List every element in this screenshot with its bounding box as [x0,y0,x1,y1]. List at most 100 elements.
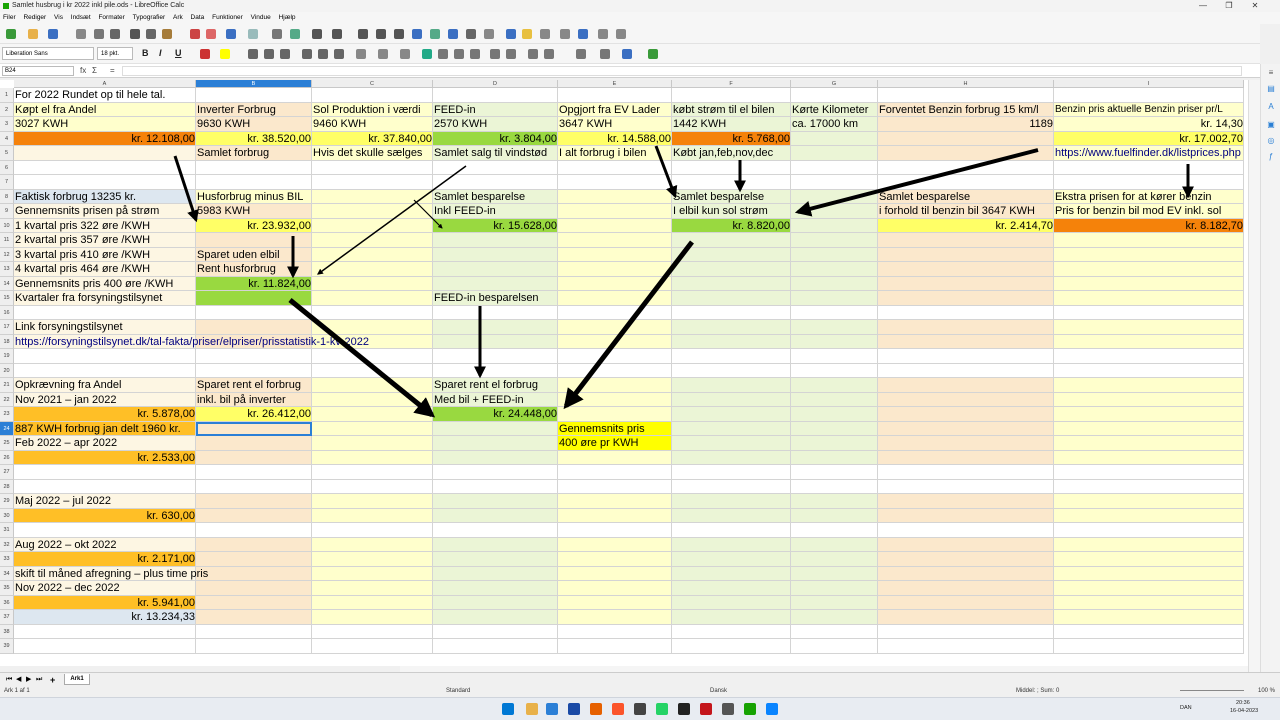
find-replace-icon[interactable] [272,29,282,39]
cell-b17[interactable] [196,320,312,335]
cell-c30[interactable] [312,508,433,523]
cell-g15[interactable] [791,291,878,306]
header-footer-icon[interactable] [540,29,550,39]
cell-h1[interactable] [878,88,1054,103]
row-header-12[interactable]: 12 [0,247,14,262]
cell-c17[interactable] [312,320,433,335]
cell-d13[interactable] [433,262,558,277]
cell-h15[interactable] [878,291,1054,306]
cell-e33[interactable] [558,552,672,567]
prev-sheet-icon[interactable]: ◀ [16,673,21,687]
cell-d16[interactable] [433,305,558,320]
cell-c9[interactable] [312,204,433,219]
row-header-23[interactable]: 23 [0,407,14,422]
cell-b36[interactable] [196,595,312,610]
sort-ascending-icon[interactable] [376,29,386,39]
cell-d29[interactable] [433,494,558,509]
cell-b11[interactable] [196,233,312,248]
cell-e10[interactable] [558,218,672,233]
zoom-level[interactable]: 100 % [1258,686,1275,696]
cell-g5[interactable] [791,146,878,161]
cell-e7[interactable] [558,175,672,190]
navigator-icon[interactable]: ◎ [1266,136,1276,146]
show-draw-icon[interactable] [616,29,626,39]
cell-f16[interactable] [672,305,791,320]
cell-i17[interactable] [1054,320,1244,335]
cell-i37[interactable] [1054,610,1244,625]
underline-button[interactable]: U [175,48,182,58]
page-style[interactable]: Standard [446,686,470,696]
cell-c20[interactable] [312,363,433,378]
cell-h19[interactable] [878,349,1054,364]
cell-e36[interactable] [558,595,672,610]
wrap-text-icon[interactable] [356,49,366,59]
autofilter-icon[interactable] [412,29,422,39]
row-header-11[interactable]: 11 [0,233,14,248]
row-header-35[interactable]: 35 [0,581,14,596]
row-header-34[interactable]: 34 [0,566,14,581]
align-left-icon[interactable] [248,49,258,59]
cell-g25[interactable] [791,436,878,451]
vertical-scrollbar[interactable] [1248,80,1260,672]
cell-f13[interactable] [672,262,791,277]
menu-edit[interactable]: Rediger [20,12,49,24]
sort-icon[interactable] [358,29,368,39]
cell-c25[interactable] [312,436,433,451]
row-header-30[interactable]: 30 [0,508,14,523]
cell-b27[interactable] [196,465,312,480]
chart-icon[interactable] [448,29,458,39]
column-header-i[interactable]: I [1054,80,1244,88]
firefox-icon[interactable] [590,703,602,715]
cell-g38[interactable] [791,624,878,639]
cell-f29[interactable] [672,494,791,509]
row-header-2[interactable]: 2 [0,102,14,117]
cell-a16[interactable] [14,305,196,320]
cell-e18[interactable] [558,334,672,349]
cell-h17[interactable] [878,320,1054,335]
cell-c26[interactable] [312,450,433,465]
cell-b33[interactable] [196,552,312,567]
row-header-37[interactable]: 37 [0,610,14,625]
first-sheet-icon[interactable]: ⏮ [6,673,12,687]
cell-e23[interactable] [558,407,672,422]
cell-c19[interactable] [312,349,433,364]
cell-g26[interactable] [791,450,878,465]
cell-b31[interactable] [196,523,312,538]
cell-d33[interactable] [433,552,558,567]
redo-icon[interactable] [248,29,258,39]
cell-i1[interactable] [1054,88,1244,103]
cell-g17[interactable] [791,320,878,335]
row-header-5[interactable]: 5 [0,146,14,161]
cell-b15[interactable] [196,291,312,306]
app-icon-red[interactable] [700,703,712,715]
cell-g28[interactable] [791,479,878,494]
comment-icon[interactable] [522,29,532,39]
cell-i25[interactable] [1054,436,1244,451]
cell-h18[interactable] [878,334,1054,349]
menu-window[interactable]: Vindue [248,12,274,24]
cell-d6[interactable] [433,160,558,175]
cell-b26[interactable] [196,450,312,465]
cell-c31[interactable] [312,523,433,538]
menu-data[interactable]: Data [188,12,208,24]
cell-c14[interactable] [312,276,433,291]
cell-g19[interactable] [791,349,878,364]
cell-f21[interactable] [672,378,791,393]
row-header-6[interactable]: 6 [0,160,14,175]
cell-c28[interactable] [312,479,433,494]
cell-c11[interactable] [312,233,433,248]
cell-e15[interactable] [558,291,672,306]
cell-g32[interactable] [791,537,878,552]
cell-f25[interactable] [672,436,791,451]
row-header-20[interactable]: 20 [0,363,14,378]
cell-h36[interactable] [878,595,1054,610]
cell-g11[interactable] [791,233,878,248]
row-header-24[interactable]: 24 [0,421,14,436]
cell-e6[interactable] [558,160,672,175]
row-header-27[interactable]: 27 [0,465,14,480]
cell-g31[interactable] [791,523,878,538]
column-header-f[interactable]: F [672,80,791,88]
number-format-icon[interactable] [454,49,464,59]
copy-icon[interactable] [146,29,156,39]
border-color-icon[interactable] [622,49,632,59]
